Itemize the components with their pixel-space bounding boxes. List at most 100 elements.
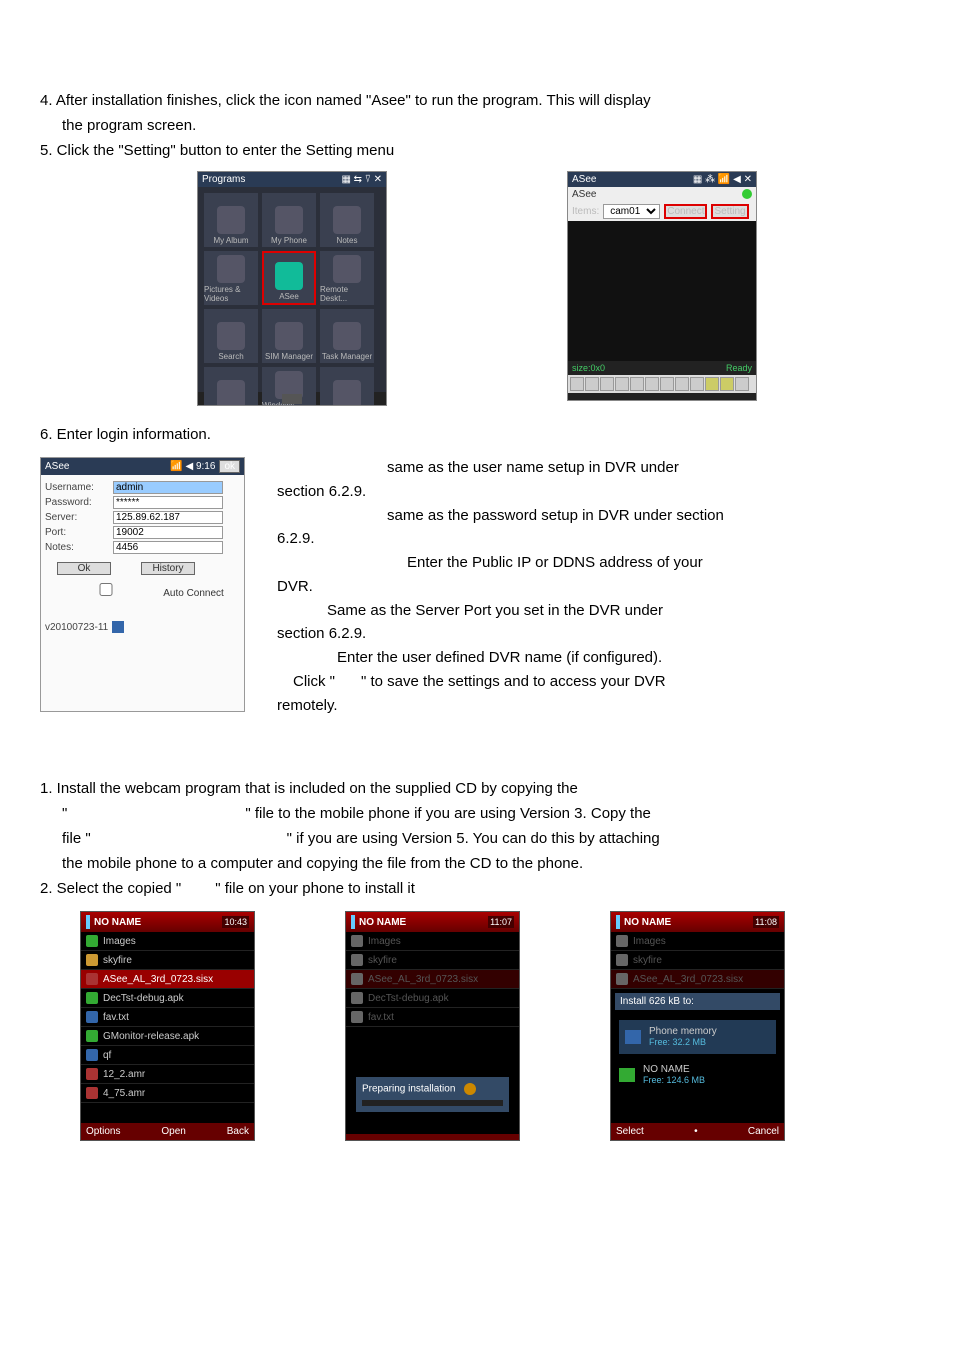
history-button[interactable]: History: [141, 562, 195, 575]
ok-button[interactable]: Ok: [57, 562, 111, 575]
section-6-text: same as the user name setup in DVR under…: [277, 457, 914, 718]
sym2-item-skyfire: skyfire: [368, 955, 397, 966]
port-label: Port:: [45, 527, 109, 538]
sec6-click-line2: remotely.: [277, 695, 914, 717]
asee-subtitle: ASee: [572, 189, 596, 200]
password-field[interactable]: [113, 496, 223, 509]
step-4-line2: the program screen.: [40, 115, 914, 136]
sym-step-1b: "" file to the mobile phone if you are u…: [40, 803, 914, 824]
sym3-soft-select[interactable]: Select: [616, 1126, 644, 1137]
sym3-soft-cancel[interactable]: Cancel: [748, 1126, 779, 1137]
sym-step-1d: the mobile phone to a computer and copyi…: [40, 853, 914, 874]
username-label: Username:: [45, 482, 109, 493]
sym1-item-12-2: 12_2.amr: [103, 1069, 145, 1080]
sym1-item-skyfire: skyfire: [103, 955, 132, 966]
control-buttons-bar: [568, 375, 756, 393]
screenshots-row-top: Programs ▦ ⇆ ⍢ ✕ My Album My Phone Notes…: [40, 171, 914, 406]
sym3-title: NO NAME: [624, 917, 671, 928]
password-label: Password:: [45, 497, 109, 508]
programs-grid: My Album My Phone Notes Pictures & Video…: [198, 187, 386, 392]
port-field[interactable]: [113, 526, 223, 539]
version-text: v20100723-11: [45, 622, 108, 633]
auto-connect-checkbox[interactable]: [51, 583, 161, 596]
step-5: 5. Click the "Setting" button to enter t…: [40, 140, 914, 161]
items-label: Items:: [572, 206, 599, 217]
preparing-overlay: Preparing installation: [356, 1077, 509, 1112]
sym3-item-images: Images: [633, 936, 666, 947]
windows-key-icon: [282, 394, 302, 404]
video-area: [568, 221, 756, 361]
auto-connect-label: Auto Connect: [163, 588, 224, 599]
ready-readout: Ready: [726, 363, 752, 373]
sym1-item-images: Images: [103, 936, 136, 947]
status-dot-icon: [742, 189, 752, 199]
symbian-screenshots-row: NO NAME 10:43 Images skyfire ASee_AL_3rd…: [40, 911, 914, 1141]
sec6-server-line2: DVR.: [277, 576, 914, 598]
size-readout: size:0x0: [572, 363, 605, 373]
cell-pictures-videos: Pictures & Videos: [204, 285, 258, 303]
cell-my-album: My Album: [213, 236, 248, 245]
preparing-text: Preparing installation: [362, 1084, 455, 1095]
items-select[interactable]: cam01: [603, 204, 660, 219]
sec6-port-line: Same as the Server Port you set in the D…: [277, 600, 914, 622]
screenshot-symbian-install-target: NO NAME 11:08 Images skyfire ASee_AL_3rd…: [610, 911, 785, 1141]
windows-icon: [112, 621, 124, 633]
sym1-soft-open[interactable]: Open: [161, 1126, 185, 1137]
sym3-time: 11:08: [753, 916, 779, 928]
sec6-port-line2: section 6.2.9.: [277, 623, 914, 645]
asee-status-icons: ▦ ⁂ 📶 ◀ ✕: [693, 174, 752, 185]
cell-search: Search: [218, 352, 243, 361]
step-4-line1: 4. After installation finishes, click th…: [40, 90, 914, 111]
server-label: Server:: [45, 512, 109, 523]
cell-asee: ASee: [279, 292, 299, 301]
sym1-item-dectst: DecTst-debug.apk: [103, 993, 184, 1004]
sec6-username-line: same as the user name setup in DVR under: [277, 457, 914, 479]
sec6-notes-line: Enter the user defined DVR name (if conf…: [277, 647, 914, 669]
progress-bar: [362, 1100, 503, 1106]
sec6-password-line2: 6.2.9.: [277, 528, 914, 550]
sym-step-1a: 1. Install the webcam program that is in…: [40, 778, 914, 799]
username-field[interactable]: [113, 481, 223, 494]
sym2-time: 11:07: [488, 916, 514, 928]
sym-step-2: 2. Select the copied "" file on your pho…: [40, 878, 914, 899]
sym3-item-asee-sisx: ASee_AL_3rd_0723.sisx: [633, 974, 743, 985]
noname-free: Free: 124.6 MB: [643, 1075, 705, 1085]
sym2-title: NO NAME: [359, 917, 406, 928]
server-field[interactable]: [113, 511, 223, 524]
install-option-phone[interactable]: Phone memoryFree: 32.2 MB: [619, 1020, 776, 1054]
sym1-item-qf: qf: [103, 1050, 111, 1061]
login-title: ASee: [45, 461, 69, 472]
gear-icon: [464, 1083, 476, 1095]
sd-card-icon: [619, 1068, 635, 1082]
phone-memory-title: Phone memory: [649, 1026, 717, 1037]
install-option-noname[interactable]: NO NAMEFree: 124.6 MB: [619, 1064, 776, 1086]
sym1-item-favtxt: fav.txt: [103, 1012, 129, 1023]
screenshot-asee-main: ASee ▦ ⁂ 📶 ◀ ✕ ASee Items: cam01 Connect…: [567, 171, 757, 401]
cell-task-manager: Task Manager: [322, 352, 372, 361]
sym3-soft-mid[interactable]: •: [694, 1126, 698, 1137]
setting-button[interactable]: Setting: [711, 204, 748, 219]
sym1-item-gmonitor: GMonitor-release.apk: [103, 1031, 199, 1042]
section-6-row: ASee 📶 ◀ 9:16 ok Username: Password: Ser…: [40, 457, 914, 718]
programs-title: Programs: [202, 174, 245, 185]
cell-remote-desktop: Remote Deskt...: [320, 285, 374, 303]
sym2-item-favtxt: fav.txt: [368, 1012, 394, 1023]
notes-field[interactable]: [113, 541, 223, 554]
sym1-soft-back[interactable]: Back: [227, 1126, 249, 1137]
screenshot-programs: Programs ▦ ⇆ ⍢ ✕ My Album My Phone Notes…: [197, 171, 387, 406]
noname-title: NO NAME: [643, 1064, 690, 1075]
ok-title-button[interactable]: ok: [219, 460, 240, 473]
programs-status-icons: ▦ ⇆ ⍢ ✕: [341, 174, 382, 185]
cell-my-phone: My Phone: [271, 236, 307, 245]
phone-memory-icon: [625, 1030, 641, 1044]
phone-memory-free: Free: 32.2 MB: [649, 1037, 706, 1047]
sym1-soft-options[interactable]: Options: [86, 1126, 120, 1137]
asee-title: ASee: [572, 174, 596, 185]
sym1-title: NO NAME: [94, 917, 141, 928]
notes-label: Notes:: [45, 542, 109, 553]
connect-button[interactable]: Connect: [664, 204, 707, 219]
install-size-header: Install 626 kB to:: [615, 993, 780, 1010]
sym1-time: 10:43: [222, 916, 249, 928]
sym1-item-asee-sisx: ASee_AL_3rd_0723.sisx: [103, 974, 213, 985]
step-6-heading: 6. Enter login information.: [40, 424, 914, 445]
